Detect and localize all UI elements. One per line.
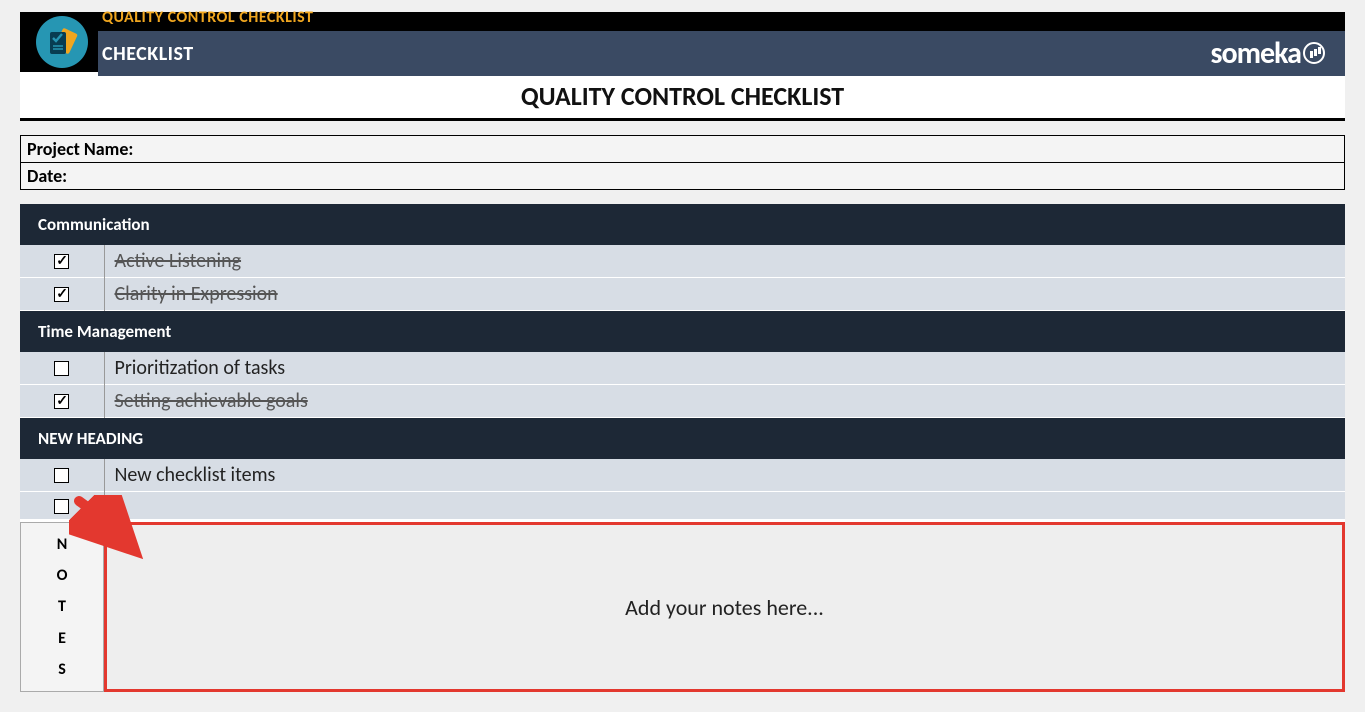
checkbox[interactable]: [54, 361, 69, 376]
date-label: Date:: [27, 165, 67, 187]
section-header: Communication: [20, 204, 1345, 245]
checklist-row: Prioritization of tasks: [20, 352, 1345, 385]
checklist-row: Setting achievable goals: [20, 385, 1345, 418]
meta-box: Project Name: Date:: [20, 135, 1345, 190]
checklist-item-label[interactable]: Setting achievable goals: [104, 385, 1345, 418]
section-header: Time Management: [20, 311, 1345, 352]
checklist-row: New checklist items: [20, 459, 1345, 492]
project-name-label: Project Name:: [27, 138, 133, 160]
brand-logo: someka: [1211, 35, 1345, 72]
checklist-icon: [36, 16, 88, 68]
notes-vertical-label: NOTES: [20, 522, 104, 692]
checklist-row: Active Listening: [20, 245, 1345, 278]
checklist-row: Clarity in Expression: [20, 278, 1345, 311]
banner-subtitle: CHECKLIST: [102, 42, 194, 66]
project-name-field[interactable]: [133, 138, 1338, 160]
checklist-item-label[interactable]: [104, 492, 1345, 520]
checklist-item-label[interactable]: New checklist items: [104, 459, 1345, 492]
checkbox[interactable]: [54, 287, 69, 302]
notes-area[interactable]: Add your notes here...: [104, 522, 1345, 692]
date-field[interactable]: [67, 165, 1338, 187]
checklist-row: [20, 492, 1345, 520]
checkbox[interactable]: [54, 468, 69, 483]
banner-title: QUALITY CONTROL CHECKLIST: [98, 8, 1345, 31]
checklist-item-label[interactable]: Clarity in Expression: [104, 278, 1345, 311]
checkbox[interactable]: [54, 499, 69, 514]
checklist-item-label[interactable]: Active Listening: [104, 245, 1345, 278]
checkbox[interactable]: [54, 254, 69, 269]
top-banner: QUALITY CONTROL CHECKLIST CHECKLIST some…: [20, 12, 1345, 72]
page-title: QUALITY CONTROL CHECKLIST: [20, 72, 1345, 121]
section-header: NEW HEADING: [20, 418, 1345, 459]
checkbox[interactable]: [54, 394, 69, 409]
notes-placeholder: Add your notes here...: [625, 594, 824, 621]
chart-icon: [1303, 42, 1325, 64]
checklist-item-label[interactable]: Prioritization of tasks: [104, 352, 1345, 385]
